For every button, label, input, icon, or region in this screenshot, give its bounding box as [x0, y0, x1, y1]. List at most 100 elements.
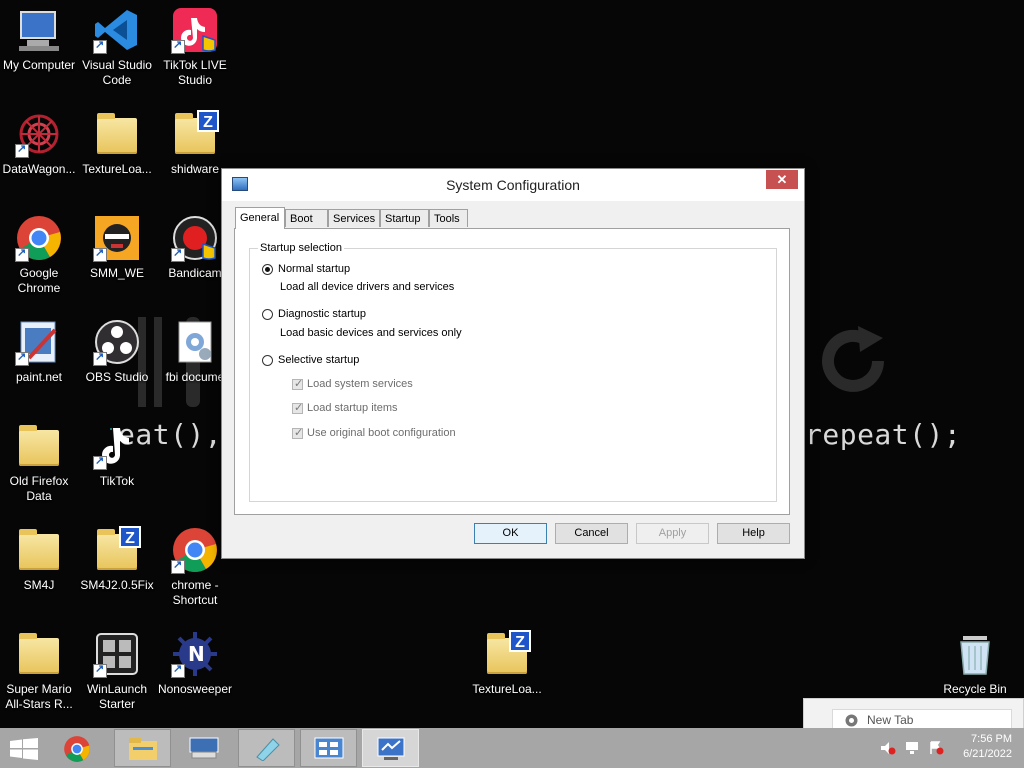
desktop-icon-nonosweeper[interactable]: N Nonosweeper	[156, 626, 234, 697]
taskbar-control-panel[interactable]	[300, 729, 357, 767]
shortcut-arrow-icon	[171, 662, 185, 678]
checkbox[interactable]	[292, 426, 303, 439]
taskbar-file-explorer[interactable]	[114, 729, 171, 767]
taskbar-paint[interactable]	[238, 729, 295, 767]
network-icon[interactable]	[904, 741, 920, 755]
folder-icon	[15, 422, 63, 470]
desktop-icon-paintnet[interactable]: paint.net	[0, 314, 78, 385]
normal-startup-description: Load all device drivers and services	[280, 281, 455, 293]
radio-button[interactable]	[262, 355, 273, 366]
folder-zip-icon: Z	[93, 526, 141, 574]
obs-icon	[93, 318, 141, 366]
desktop-icon-google-chrome[interactable]: Google Chrome	[0, 210, 78, 296]
wallpaper-code-right: repeat();	[805, 418, 962, 451]
taskbar: 7:56 PM 6/21/2022	[0, 728, 1024, 768]
repeat-arrow-icon	[822, 326, 884, 392]
action-center-icon[interactable]	[928, 741, 944, 755]
system-configuration-dialog: System Configuration ✕ General Boot Serv…	[221, 168, 805, 559]
folder-zip-icon: Z	[171, 110, 219, 158]
msconfig-icon	[377, 737, 405, 760]
desktop-icon-winlaunch-starter[interactable]: WinLaunch Starter	[78, 626, 156, 712]
diagnostic-startup-label: Diagnostic startup	[278, 308, 367, 320]
close-button[interactable]: ✕	[766, 170, 798, 189]
desktop-icon-sm4j[interactable]: SM4J	[0, 522, 78, 593]
desktop-icon-smm-we[interactable]: SMM_WE	[78, 210, 156, 281]
winlaunch-icon	[93, 630, 141, 678]
control-panel-icon	[314, 737, 344, 759]
file-explorer-icon	[129, 738, 157, 760]
general-tab-panel: Startup selection Normal startup Load al…	[234, 228, 790, 515]
checkbox[interactable]	[292, 401, 303, 414]
tab-tools[interactable]: Tools	[429, 209, 468, 227]
new-tab-label: New Tab	[867, 713, 914, 727]
desktop-icon-obs-studio[interactable]: OBS Studio	[78, 314, 156, 385]
chrome-icon	[171, 526, 219, 574]
desktop-icon-recycle-bin[interactable]: Recycle Bin	[936, 626, 1014, 697]
desktop-icon-tiktok[interactable]: TikTok	[78, 418, 156, 489]
clock[interactable]: 7:56 PM 6/21/2022	[963, 732, 1012, 762]
shortcut-arrow-icon	[171, 246, 185, 262]
taskbar-chrome[interactable]	[49, 729, 106, 767]
chrome-icon	[845, 714, 858, 727]
taskbar-keyboard-settings[interactable]	[176, 729, 233, 767]
volume-muted-icon[interactable]	[880, 741, 896, 755]
tab-general[interactable]: General	[235, 207, 285, 229]
taskbar-system-configuration[interactable]	[362, 729, 419, 767]
desktop-icon-old-firefox-data[interactable]: Old Firefox Data	[0, 418, 78, 504]
desktop-icon-textureloader-zip[interactable]: Z TextureLoa...	[468, 626, 546, 697]
tiktok-icon	[93, 422, 141, 470]
startup-selection-label: Startup selection	[258, 242, 344, 254]
smm-we-icon	[93, 214, 141, 262]
ok-button[interactable]: OK	[474, 523, 547, 544]
shortcut-arrow-icon	[15, 142, 29, 158]
load-startup-items-label: Load startup items	[307, 402, 398, 414]
shortcut-arrow-icon	[171, 558, 185, 574]
folder-icon	[15, 526, 63, 574]
computer-icon	[15, 6, 63, 54]
desktop-icon-tiktok-live-studio[interactable]: TikTok LIVE Studio	[156, 2, 234, 88]
nonosweeper-icon: N	[171, 630, 219, 678]
cancel-button[interactable]: Cancel	[555, 523, 628, 544]
shortcut-arrow-icon	[93, 350, 107, 366]
bandicam-icon	[171, 214, 219, 262]
apply-button[interactable]: Apply	[636, 523, 709, 544]
shortcut-arrow-icon	[15, 246, 29, 262]
datawagon-icon	[15, 110, 63, 158]
chrome-icon	[64, 736, 90, 762]
diagnostic-startup-description: Load basic devices and services only	[280, 327, 462, 339]
tab-startup[interactable]: Startup	[380, 209, 429, 227]
folder-icon	[15, 630, 63, 678]
clock-date: 6/21/2022	[963, 748, 1012, 760]
paint-icon	[256, 738, 280, 761]
folder-icon	[93, 110, 141, 158]
dialog-titlebar[interactable]: System Configuration ✕	[222, 169, 804, 201]
dialog-title: System Configuration	[446, 177, 580, 193]
tab-boot[interactable]: Boot	[285, 209, 328, 227]
normal-startup-label: Normal startup	[278, 263, 351, 275]
help-button[interactable]: Help	[717, 523, 790, 544]
radio-button[interactable]	[262, 309, 273, 320]
clock-time: 7:56 PM	[971, 733, 1012, 745]
paintnet-icon	[15, 318, 63, 366]
selective-startup-label: Selective startup	[278, 354, 360, 366]
desktop-icon-textureloader-folder[interactable]: TextureLoa...	[78, 106, 156, 177]
folder-zip-icon: Z	[483, 630, 531, 678]
checkbox[interactable]	[292, 377, 303, 390]
radio-button[interactable]	[262, 264, 273, 275]
use-original-boot-config-label: Use original boot configuration	[307, 427, 456, 439]
desktop-icon-datawagon[interactable]: DataWagon...	[0, 106, 78, 177]
load-system-services-label: Load system services	[307, 378, 413, 390]
desktop-icon-my-computer[interactable]: My Computer	[0, 2, 78, 73]
desktop-icon-visual-studio-code[interactable]: Visual Studio Code	[78, 2, 156, 88]
tiktok-live-icon	[171, 6, 219, 54]
shortcut-arrow-icon	[171, 38, 185, 54]
shortcut-arrow-icon	[93, 38, 107, 54]
chrome-icon	[15, 214, 63, 262]
shortcut-arrow-icon	[93, 246, 107, 262]
startup-selection-group: Startup selection Normal startup Load al…	[249, 242, 777, 502]
desktop-icon-super-mario-all-stars[interactable]: Super Mario All-Stars R...	[0, 626, 78, 712]
desktop-icon-sm4j2-fix[interactable]: Z SM4J2.0.5Fix	[78, 522, 156, 593]
tab-services[interactable]: Services	[328, 209, 380, 227]
desktop-icon-shidware[interactable]: Z shidware	[156, 106, 234, 177]
shortcut-arrow-icon	[93, 662, 107, 678]
